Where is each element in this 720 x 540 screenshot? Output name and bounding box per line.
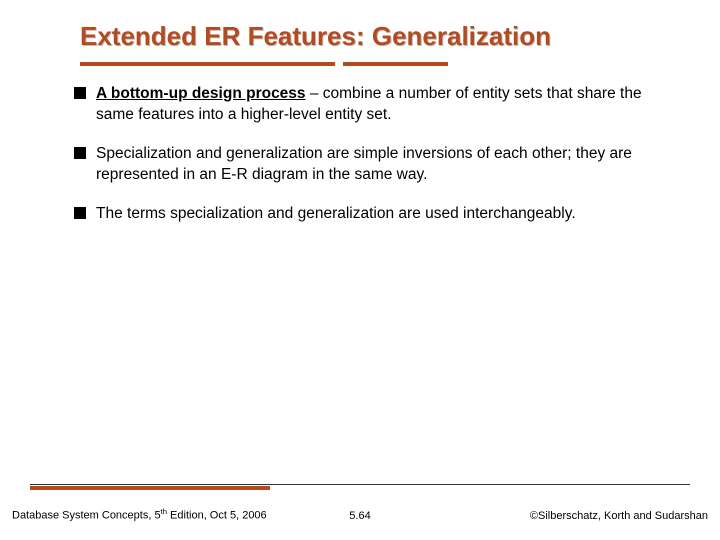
bullet-emphasis: A bottom-up design process xyxy=(96,85,306,102)
slide-title: Extended ER Features: Generalization xyxy=(80,22,690,52)
footer-center: 5.64 xyxy=(349,510,370,522)
footer-right: ©Silberschatz, Korth and Sudarshan xyxy=(530,510,708,522)
footer-thick-line xyxy=(30,486,270,490)
footer-left-prefix: Database System Concepts, 5 xyxy=(12,510,161,522)
title-area: Extended ER Features: Generalization xyxy=(0,0,720,66)
content-area: A bottom-up design process – combine a n… xyxy=(0,66,720,225)
title-underline xyxy=(80,62,690,66)
footer-left-suffix: Edition, Oct 5, 2006 xyxy=(167,510,267,522)
bullet-item: Specialization and generalization are si… xyxy=(96,144,670,186)
footer-left: Database System Concepts, 5th Edition, O… xyxy=(12,507,267,522)
underline-segment-1 xyxy=(80,62,335,66)
footer-thin-line xyxy=(30,484,690,485)
slide: Extended ER Features: Generalization A b… xyxy=(0,0,720,540)
bullet-text: The terms specialization and generalizat… xyxy=(96,205,576,222)
bullet-item: A bottom-up design process – combine a n… xyxy=(96,84,670,126)
bullet-item: The terms specialization and generalizat… xyxy=(96,204,670,225)
bullet-text: Specialization and generalization are si… xyxy=(96,145,632,183)
underline-segment-2 xyxy=(343,62,448,66)
